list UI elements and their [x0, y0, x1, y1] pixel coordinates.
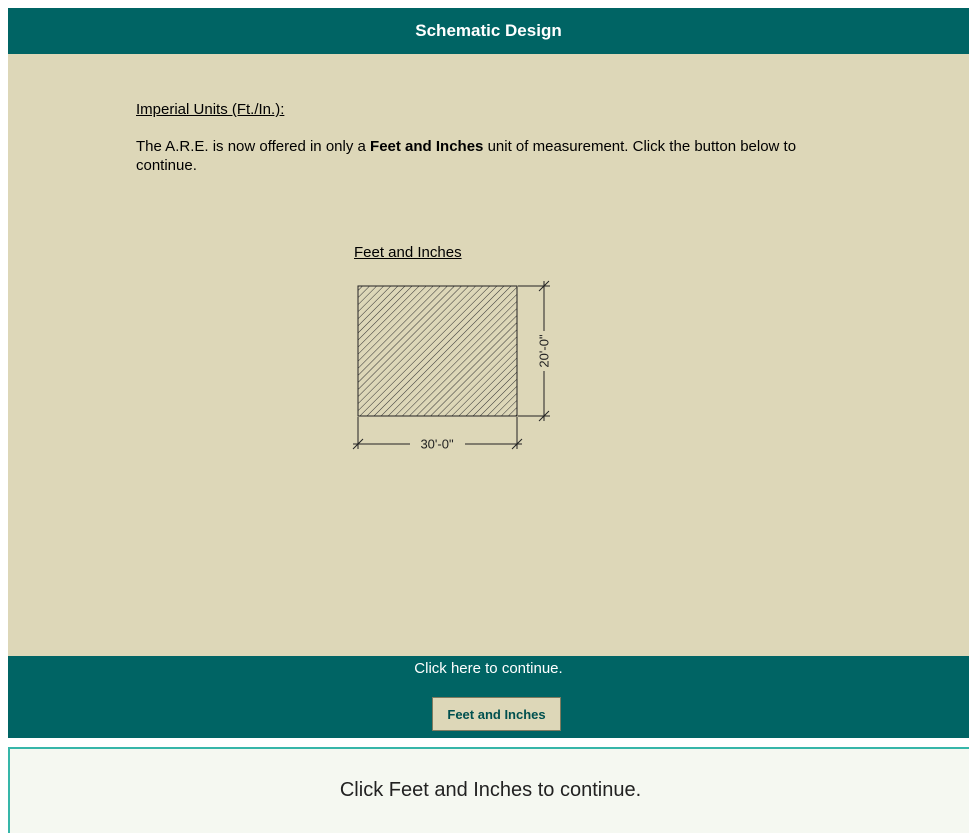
page-title: Schematic Design [415, 21, 562, 40]
intro-text: The A.R.E. is now offered in only a Feet… [136, 137, 856, 175]
instruction-panel: Click Feet and Inches to continue. [8, 747, 969, 833]
intro-text-start: The A.R.E. is now offered in only a [136, 138, 371, 155]
dimension-diagram: 20'-0" 30'-0" [352, 280, 552, 452]
title-bar: Schematic Design [8, 8, 969, 54]
diagram-title: Feet and Inches [354, 244, 462, 261]
content-area: Imperial Units (Ft./In.): The A.R.E. is … [8, 54, 969, 656]
section-heading: Imperial Units (Ft./In.): [136, 101, 285, 118]
feet-and-inches-button[interactable]: Feet and Inches [432, 697, 561, 731]
intro-text-bold: Feet and Inches [370, 138, 484, 155]
instruction-text: Click Feet and Inches to continue. [339, 779, 642, 801]
width-dimension-label: 30'-0" [420, 437, 454, 452]
app-window: Schematic Design Imperial Units (Ft./In.… [8, 0, 969, 738]
height-dimension-label: 20'-0" [537, 334, 552, 368]
hatched-rectangle [357, 285, 518, 417]
continue-prompt: Click here to continue. [414, 660, 563, 677]
footer-bar: Click here to continue. Feet and Inches [8, 656, 969, 738]
